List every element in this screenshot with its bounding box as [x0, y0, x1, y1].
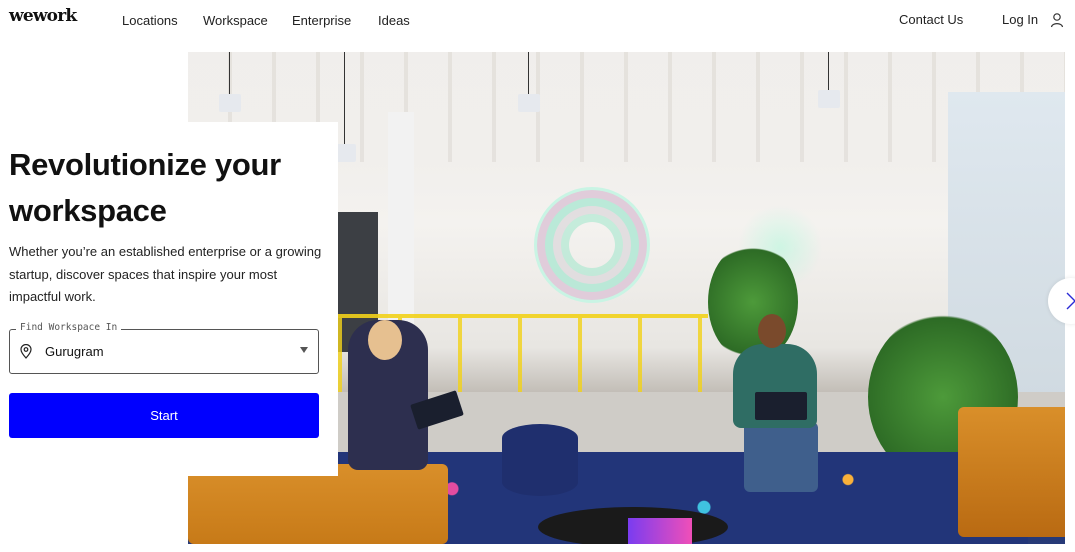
image-gradient-box [628, 518, 692, 544]
start-button[interactable]: Start [9, 393, 319, 438]
image-sofa [958, 407, 1065, 537]
image-wire [828, 52, 829, 90]
site-header: wework Locations Workspace Enterprise Id… [0, 0, 1075, 40]
image-person-legs [744, 422, 818, 492]
nav-ideas[interactable]: Ideas [378, 13, 410, 28]
user-icon[interactable] [1050, 12, 1064, 28]
location-select-value: Gurugram [45, 344, 104, 359]
image-wire [528, 52, 529, 94]
location-select-label: Find Workspace In [16, 322, 122, 333]
location-select[interactable]: Find Workspace In Gurugram [9, 322, 319, 374]
image-person-head [758, 314, 786, 348]
nav-log-in[interactable]: Log In [1002, 12, 1038, 27]
image-sofa [188, 464, 448, 544]
hero-card: Revolutionize your workspace Whether you… [0, 122, 338, 476]
image-ottoman [502, 424, 578, 496]
caret-down-icon [300, 347, 308, 353]
image-laptop [755, 392, 807, 420]
chevron-right-icon [1066, 292, 1075, 310]
nav-enterprise[interactable]: Enterprise [292, 13, 351, 28]
image-pendant-light [219, 94, 241, 112]
image-person-head [368, 320, 402, 360]
wework-logo[interactable]: wework [9, 6, 77, 26]
image-wire [344, 52, 345, 144]
nav-contact-us[interactable]: Contact Us [899, 12, 963, 27]
hero-headline: Revolutionize your workspace [9, 147, 281, 228]
hero-subtext: Whether you’re an established enterprise… [9, 244, 322, 304]
map-pin-icon [20, 343, 32, 359]
nav-locations[interactable]: Locations [122, 13, 178, 28]
image-pendant-light [818, 90, 840, 108]
nav-workspace[interactable]: Workspace [203, 13, 268, 28]
image-pendant-light [518, 94, 540, 112]
image-chandelier [534, 187, 650, 303]
image-wire [229, 52, 230, 94]
